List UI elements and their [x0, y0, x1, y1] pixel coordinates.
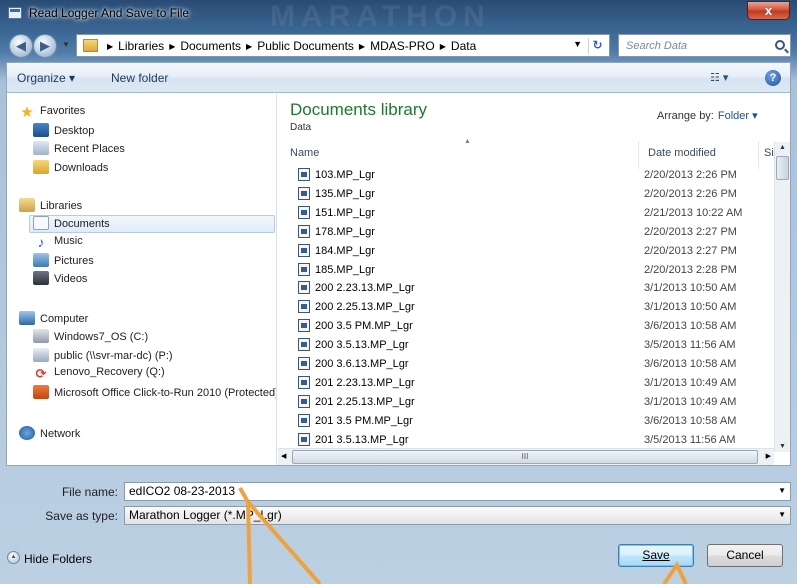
annotation-arrows [238, 487, 688, 584]
dialog-window: MARATHON Read Logger And Save to File x … [0, 0, 797, 584]
annotation-arrow-save [662, 560, 688, 584]
annotation-arrow-filename [238, 487, 322, 584]
annotation-arrow-filename-edge [246, 501, 252, 584]
